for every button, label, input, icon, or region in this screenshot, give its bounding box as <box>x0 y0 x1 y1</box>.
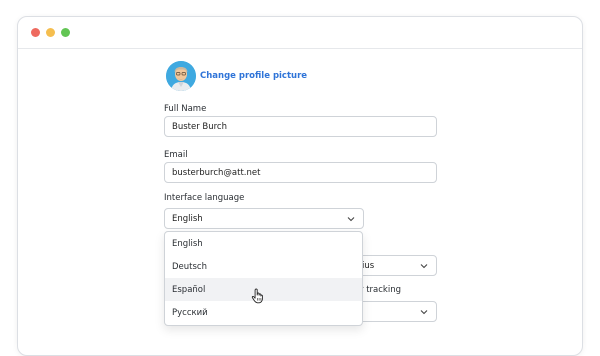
close-window-button[interactable] <box>31 28 40 37</box>
minimize-window-button[interactable] <box>46 28 55 37</box>
language-option[interactable]: Русский <box>165 301 362 324</box>
language-option[interactable]: Deutsch <box>165 255 362 278</box>
email-value: busterburch@att.net <box>172 167 261 178</box>
change-profile-picture-link[interactable]: Change profile picture <box>200 71 307 81</box>
interface-language-select[interactable]: English <box>164 208 364 229</box>
full-name-label: Full Name <box>164 104 207 114</box>
app-window: Change profile picture Full Name Buster … <box>17 16 583 356</box>
hand-pointer-cursor-icon <box>251 288 265 304</box>
obscured-select-value: ius <box>362 260 375 271</box>
language-option[interactable]: English <box>165 232 362 255</box>
user-avatar-icon[interactable] <box>166 61 196 91</box>
full-name-input[interactable]: Buster Burch <box>164 116 437 137</box>
full-name-value: Buster Burch <box>172 121 227 132</box>
chevron-down-icon <box>346 214 356 224</box>
avatar-row: Change profile picture <box>166 61 307 91</box>
maximize-window-button[interactable] <box>61 28 70 37</box>
interface-language-selected: English <box>172 213 203 224</box>
interface-language-label: Interface language <box>164 193 245 203</box>
language-dropdown-menu: English Deutsch Español Русский <box>164 231 363 326</box>
email-input[interactable]: busterburch@att.net <box>164 162 437 183</box>
obscured-label: r tracking <box>360 285 401 295</box>
chevron-down-icon <box>419 307 429 317</box>
chevron-down-icon <box>419 261 429 271</box>
title-bar <box>18 17 582 49</box>
email-label: Email <box>164 150 188 160</box>
